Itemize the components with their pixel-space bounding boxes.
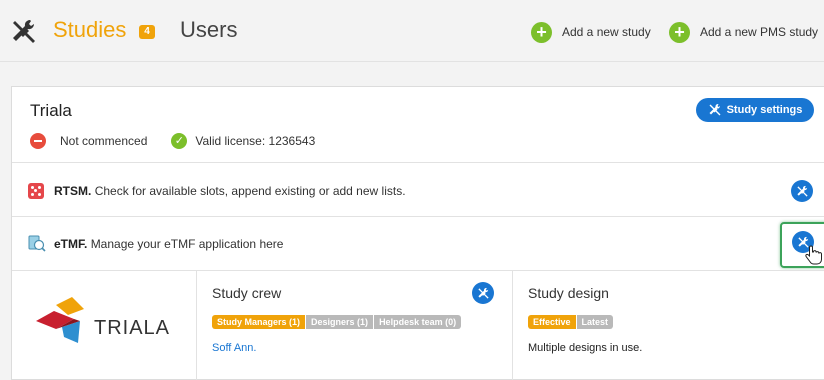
rtsm-description: Check for available slots, append existi… [94,184,406,198]
study-card: Triala Not commenced ✓ Valid license: 12… [11,86,824,380]
crew-member-link[interactable]: Soff Ann. [212,342,256,354]
etmf-name: eTMF. [54,237,88,251]
rtsm-row-text: RTSM. Check for available slots, append … [54,184,406,198]
top-navigation: Studies 4 Users + Add a new study + Add … [0,0,824,62]
design-tags: Effective Latest [528,315,614,329]
nav-studies-link[interactable]: Studies [53,17,126,43]
crew-tags: Study Managers (1) Designers (1) Helpdes… [212,315,462,329]
design-note: Multiple designs in use. [528,342,643,354]
dice-icon [28,183,44,199]
study-status-row: Not commenced ✓ Valid license: 1236543 [30,133,315,149]
divider [12,216,824,217]
etmf-row-text: eTMF. Manage your eTMF application here [54,237,283,251]
tag-latest[interactable]: Latest [576,315,614,329]
study-title: Triala [30,101,72,120]
tag-designers[interactable]: Designers (1) [306,315,374,329]
etmf-description: Manage your eTMF application here [90,237,284,251]
nav-users-link[interactable]: Users [180,17,237,43]
tools-icon [13,19,35,43]
logo-text: TRIALA [94,317,171,339]
tools-icon [796,185,808,197]
tag-study-managers[interactable]: Study Managers (1) [212,315,306,329]
add-pms-study-button[interactable]: + Add a new PMS study [669,21,818,43]
add-pms-study-label: Add a new PMS study [700,25,819,39]
study-settings-label: Study settings [726,104,803,116]
hand-cursor-icon [805,245,822,265]
tools-icon [709,103,721,116]
divider [12,270,824,271]
not-commenced-icon [30,133,46,149]
etmf-icon [28,235,46,252]
study-settings-button[interactable]: Study settings [696,98,814,122]
studies-count-badge: 4 [139,25,155,39]
tag-helpdesk-team[interactable]: Helpdesk team (0) [374,315,462,329]
column-divider [512,271,513,380]
tools-icon [477,287,489,299]
study-crew-title: Study crew [212,285,282,301]
rtsm-settings-button[interactable] [791,180,813,202]
study-design-title: Study design [528,285,609,301]
add-study-label: Add a new study [562,25,651,39]
divider [12,162,824,163]
plus-icon: + [669,21,690,43]
license-label: Valid license: 1236543 [195,134,316,148]
rtsm-name: RTSM. [54,184,92,198]
column-divider [196,271,197,380]
add-study-button[interactable]: + Add a new study [531,21,651,43]
tag-effective[interactable]: Effective [528,315,576,329]
check-icon: ✓ [171,133,188,149]
study-crew-settings-button[interactable] [472,282,494,304]
plus-icon: + [531,21,552,43]
status-label: Not commenced [60,134,148,148]
